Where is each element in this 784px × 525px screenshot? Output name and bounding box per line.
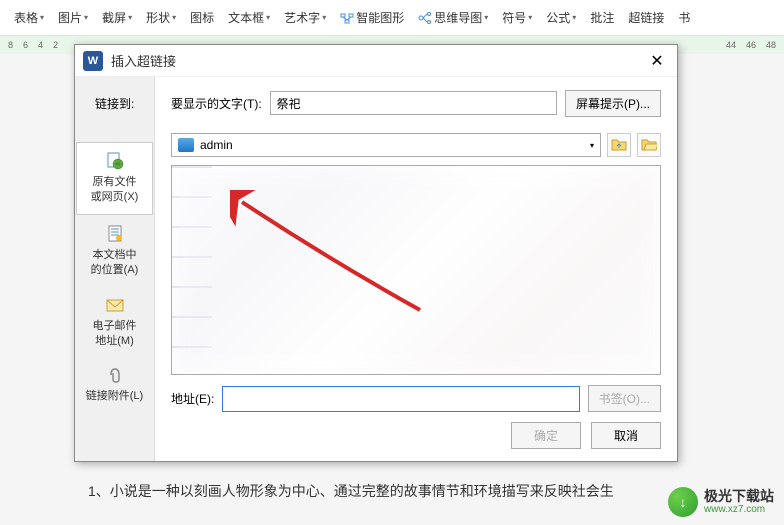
ribbon-mindmap[interactable]: 思维导图▾: [412, 5, 494, 30]
ribbon-wordart[interactable]: 艺术字▾: [278, 5, 332, 30]
app-icon: W: [83, 51, 103, 71]
mindmap-icon: [418, 11, 432, 25]
bookmark-button[interactable]: 书签(O)...: [588, 385, 661, 412]
ribbon-toolbar: 表格▾ 图片▾ 截屏▾ 形状▾ 图标 文本框▾ 艺术字▾ 智能图形 思维导图▾ …: [0, 0, 784, 36]
ribbon-icon[interactable]: 图标: [184, 5, 220, 30]
up-folder-button[interactable]: [607, 133, 631, 157]
cancel-button[interactable]: 取消: [591, 422, 661, 449]
smartart-icon: [340, 11, 354, 25]
sidebar-email[interactable]: 电子邮件 地址(M): [75, 287, 154, 358]
globe-file-icon: [105, 151, 125, 171]
document-body: 1、小说是一种以刻画人物形象为中心、通过完整的故事情节和环境描写来反映社会生: [0, 470, 784, 512]
ribbon-hyperlink[interactable]: 超链接: [622, 5, 670, 30]
paragraph-1[interactable]: 1、小说是一种以刻画人物形象为中心、通过完整的故事情节和环境描写来反映社会生: [60, 480, 724, 502]
ribbon-image[interactable]: 图片▾: [52, 5, 94, 30]
watermark-logo: ↓: [668, 487, 698, 517]
ribbon-comment[interactable]: 批注: [584, 5, 620, 30]
ribbon-table[interactable]: 表格▾: [8, 5, 50, 30]
sidebar-label: 链接附件(L): [86, 389, 143, 404]
ribbon-bookmark[interactable]: 书: [672, 5, 696, 30]
document-location-icon: [105, 224, 125, 244]
screen-tip-button[interactable]: 屏幕提示(P)...: [565, 90, 661, 117]
close-button[interactable]: ✕: [645, 49, 669, 73]
ribbon-shape[interactable]: 形状▾: [140, 5, 182, 30]
ribbon-smartart[interactable]: 智能图形: [334, 5, 410, 30]
sidebar-existing-file[interactable]: 原有文件 或网页(X): [76, 142, 153, 215]
file-browser[interactable]: [171, 165, 661, 375]
browse-folder-button[interactable]: [637, 133, 661, 157]
sidebar-attachment[interactable]: 链接附件(L): [75, 357, 154, 412]
ribbon-screenshot[interactable]: 截屏▾: [96, 5, 138, 30]
ribbon-symbol[interactable]: 符号▾: [496, 5, 538, 30]
sidebar-label: 原有文件 或网页(X): [91, 175, 139, 206]
email-icon: [105, 295, 125, 315]
watermark-url: www.xz7.com: [704, 504, 774, 515]
link-type-sidebar: 原有文件 或网页(X) 本文档中 的位置(A) 电子邮件 地址(M) 链接附件(…: [75, 77, 155, 461]
drive-icon: [178, 138, 194, 152]
ribbon-textbox[interactable]: 文本框▾: [222, 5, 276, 30]
sidebar-label: 电子邮件 地址(M): [93, 319, 137, 350]
dialog-title: 插入超链接: [111, 51, 645, 70]
sidebar-this-document[interactable]: 本文档中 的位置(A): [75, 216, 154, 287]
folder-name: admin: [200, 138, 233, 152]
chevron-down-icon: ▾: [590, 141, 594, 150]
display-text-input[interactable]: [270, 91, 557, 115]
insert-hyperlink-dialog: W 插入超链接 ✕ 原有文件 或网页(X) 本文档中 的位置(A) 电子邮件 地…: [74, 44, 678, 462]
ok-button[interactable]: 确定: [511, 422, 581, 449]
attachment-icon: [105, 365, 125, 385]
watermark-name: 极光下载站: [704, 489, 774, 504]
address-label: 地址(E):: [171, 390, 214, 407]
display-text-label: 要显示的文字(T):: [171, 95, 262, 112]
address-input[interactable]: [222, 386, 579, 412]
sidebar-label: 本文档中 的位置(A): [91, 248, 139, 279]
ribbon-formula[interactable]: 公式▾: [540, 5, 582, 30]
site-watermark: ↓ 极光下载站 www.xz7.com: [668, 487, 774, 517]
dialog-titlebar[interactable]: W 插入超链接 ✕: [75, 45, 677, 77]
link-to-label: 链接到:: [95, 95, 134, 112]
folder-path-select[interactable]: admin ▾: [171, 133, 601, 157]
